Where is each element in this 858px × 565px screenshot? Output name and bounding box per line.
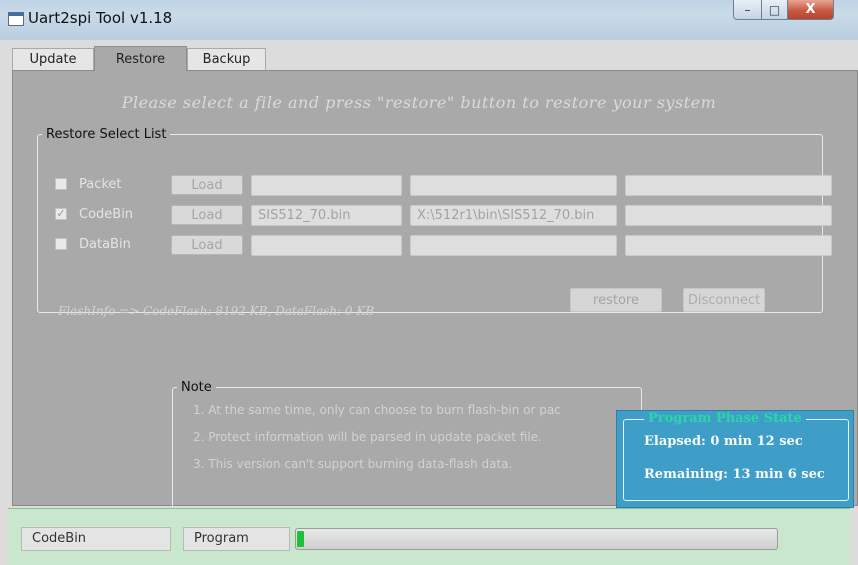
databin-file-name-field[interactable] [251,235,402,256]
row-databin: DataBin Load [38,234,832,256]
databin-load-button[interactable]: Load [171,235,243,255]
codebin-file-path-field[interactable]: X:\512r1\bin\SIS512_70.bin [410,205,617,226]
program-phase-state-panel: Program Phase State Elapsed: 0 min 12 se… [616,410,854,508]
packet-extra-field[interactable] [625,175,832,196]
tab-backup[interactable]: Backup [187,48,266,70]
databin-label: DataBin [79,237,131,252]
disconnect-button[interactable]: Disconnect [683,288,765,312]
databin-extra-field[interactable] [625,235,832,256]
program-phase-frame: Program Phase State Elapsed: 0 min 12 se… [623,411,849,501]
close-button[interactable]: X [787,0,834,20]
codebin-load-button[interactable]: Load [171,205,243,225]
note-line-1: 1. At the same time, only can choose to … [193,403,561,417]
check-mark-icon: ✓ [56,207,66,220]
codebin-checkbox[interactable]: ✓ [55,208,67,220]
restore-select-list-title: Restore Select List [46,127,167,142]
minimize-button[interactable]: – [733,0,762,20]
packet-file-path-field[interactable] [410,175,617,196]
packet-checkbox[interactable] [55,178,67,190]
packet-label: Packet [79,177,122,192]
program-phase-title: Program Phase State [644,411,806,426]
codebin-label: CodeBin [79,207,134,222]
packet-file-name-field[interactable] [251,175,402,196]
remaining-time: Remaining: 13 min 6 sec [644,467,825,482]
tab-update[interactable]: Update [12,48,94,70]
note-line-3: 3. This version can't support burning da… [193,457,513,471]
maximize-button[interactable]: □ [761,0,788,20]
instruction-text: Please select a file and press "restore"… [121,93,717,112]
note-line-2: 2. Protect information will be parsed in… [193,430,542,444]
status-target: CodeBin [21,527,171,551]
progress-bar [295,528,778,550]
status-bar: CodeBin Program [8,508,850,565]
note-title: Note [181,380,212,395]
databin-file-path-field[interactable] [410,235,617,256]
status-phase: Program [183,527,290,551]
app-icon [8,12,24,26]
restore-button[interactable]: restore [570,288,662,312]
tab-restore[interactable]: Restore [94,46,187,71]
codebin-extra-field[interactable] [625,205,832,226]
codebin-file-name-field[interactable]: SIS512_70.bin [251,205,402,226]
packet-load-button[interactable]: Load [171,175,243,195]
row-packet: Packet Load [38,174,832,196]
row-codebin: ✓ CodeBin Load SIS512_70.bin X:\512r1\bi… [38,204,832,226]
title-bar: Uart2spi Tool v1.18 – □ X [0,0,858,40]
flash-info-text: FlashInfo => CodeFlash: 8192 KB, DataFla… [58,304,375,318]
window-title: Uart2spi Tool v1.18 [28,9,173,27]
progress-fill [297,531,304,547]
restore-select-list: Restore Select List Packet Load ✓ CodeBi… [37,127,832,318]
elapsed-time: Elapsed: 0 min 12 sec [644,434,803,449]
databin-checkbox[interactable] [55,238,67,250]
